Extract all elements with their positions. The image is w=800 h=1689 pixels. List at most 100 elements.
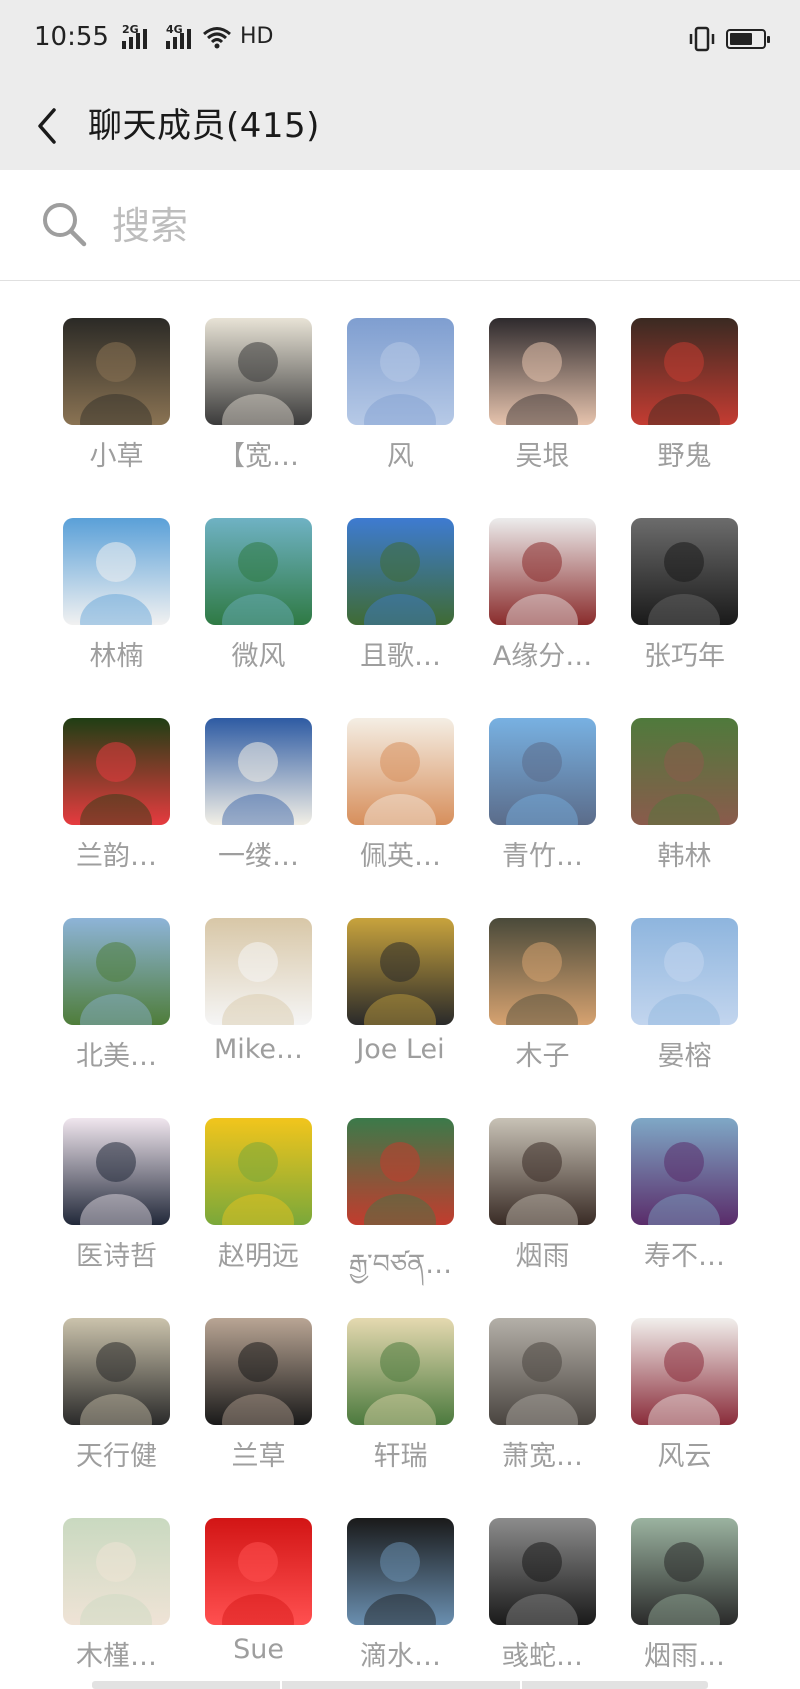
member-name: 萧宽… <box>502 1441 583 1472</box>
member-item[interactable]: 微风 <box>190 518 320 708</box>
member-item[interactable]: A缘分… <box>474 518 604 708</box>
member-name: A缘分… <box>492 641 593 672</box>
member-avatar <box>63 718 170 825</box>
member-item[interactable]: 医诗哲 <box>48 1118 178 1308</box>
member-name: 林楠 <box>89 641 144 672</box>
member-name: 北美… <box>76 1041 157 1072</box>
status-icons: 2G 4G HD <box>122 23 274 49</box>
member-avatar <box>205 1518 312 1625</box>
member-name: 野鬼 <box>657 441 712 472</box>
member-avatar <box>631 1518 738 1625</box>
page-title: 聊天成员(415) <box>88 106 320 146</box>
member-item[interactable]: 韩林 <box>616 718 746 908</box>
member-item[interactable]: 木子 <box>474 918 604 1108</box>
member-grid: 小草 【宽… 风 吴垠 野鬼林楠 微风 且歌… A缘分… 张巧年兰韵… 一缕… 佩英… 青竹… 韩林北美… <box>0 280 800 1689</box>
member-avatar <box>489 518 596 625</box>
member-avatar <box>205 1118 312 1225</box>
member-item[interactable]: 彧蛇… <box>474 1518 604 1689</box>
member-name: Sue <box>233 1634 284 1665</box>
member-item[interactable]: 烟雨 <box>474 1118 604 1308</box>
member-name: 风云 <box>657 1441 712 1472</box>
member-name: 张巧年 <box>644 641 725 672</box>
member-item[interactable]: 轩瑞 <box>332 1318 462 1508</box>
member-avatar <box>489 1118 596 1225</box>
member-item[interactable]: 寿不… <box>616 1118 746 1308</box>
member-item[interactable]: 滴水… <box>332 1518 462 1689</box>
hd-badge: HD <box>240 24 274 49</box>
member-name: 烟雨 <box>515 1241 570 1272</box>
member-avatar <box>347 318 454 425</box>
member-item[interactable]: 张巧年 <box>616 518 746 708</box>
back-arrow-icon[interactable] <box>28 96 68 156</box>
member-item[interactable]: 风 <box>332 318 462 508</box>
member-name: 佩英… <box>360 841 441 872</box>
wifi-icon <box>203 27 231 49</box>
member-item[interactable]: 木槿… <box>48 1518 178 1689</box>
member-item[interactable]: 烟雨… <box>616 1518 746 1689</box>
member-avatar <box>631 518 738 625</box>
member-item[interactable]: 一缕… <box>190 718 320 908</box>
member-avatar <box>205 718 312 825</box>
bottom-scroll-indicator <box>92 1681 708 1689</box>
member-item[interactable]: 小草 <box>48 318 178 508</box>
member-avatar <box>347 1118 454 1225</box>
search-input[interactable] <box>110 198 754 254</box>
signal-icon: 2G <box>122 23 152 49</box>
signal-icon: 4G <box>166 23 196 49</box>
status-right <box>688 26 770 52</box>
member-item[interactable]: Joe Lei <box>332 918 462 1108</box>
member-avatar <box>631 718 738 825</box>
member-item[interactable]: 兰草 <box>190 1318 320 1508</box>
member-name: 青竹… <box>502 841 583 872</box>
member-item[interactable]: 兰韵… <box>48 718 178 908</box>
vibrate-icon <box>689 26 715 52</box>
status-bar: 10:55 2G 4G HD <box>0 0 800 84</box>
member-avatar <box>63 1518 170 1625</box>
member-item[interactable]: 【宽… <box>190 318 320 508</box>
member-item[interactable]: Sue <box>190 1518 320 1689</box>
member-name: 医诗哲 <box>76 1241 157 1272</box>
search-bar <box>0 170 800 281</box>
battery-icon <box>726 29 770 49</box>
member-item[interactable]: 且歌… <box>332 518 462 708</box>
member-name: 木子 <box>515 1041 570 1072</box>
search-icon <box>43 203 87 247</box>
member-name: 兰草 <box>231 1441 286 1472</box>
member-name: 赵明远 <box>218 1241 299 1272</box>
member-name: 【宽… <box>218 441 299 472</box>
member-item[interactable]: 北美… <box>48 918 178 1108</box>
member-item[interactable]: 林楠 <box>48 518 178 708</box>
member-avatar <box>347 518 454 625</box>
member-item[interactable]: རྒྱ་བཙན… <box>332 1118 462 1308</box>
member-item[interactable]: 晏榕 <box>616 918 746 1108</box>
member-name: 彧蛇… <box>502 1641 583 1672</box>
member-avatar <box>347 1318 454 1425</box>
member-avatar <box>489 318 596 425</box>
member-item[interactable]: 佩英… <box>332 718 462 908</box>
member-avatar <box>347 1518 454 1625</box>
member-avatar <box>489 1318 596 1425</box>
member-item[interactable]: Mike… <box>190 918 320 1108</box>
member-name: 轩瑞 <box>373 1441 428 1472</box>
member-name: 韩林 <box>657 841 712 872</box>
member-avatar <box>205 318 312 425</box>
status-time: 10:55 <box>34 22 109 52</box>
member-item[interactable]: 吴垠 <box>474 318 604 508</box>
member-avatar <box>631 318 738 425</box>
member-item[interactable]: 萧宽… <box>474 1318 604 1508</box>
member-name: རྒྱ་བཙན… <box>348 1249 453 1280</box>
member-avatar <box>489 1518 596 1625</box>
member-item[interactable]: 天行健 <box>48 1318 178 1508</box>
member-item[interactable]: 赵明远 <box>190 1118 320 1308</box>
member-avatar <box>489 718 596 825</box>
member-name: 木槿… <box>76 1641 157 1672</box>
member-avatar <box>489 918 596 1025</box>
member-name: Joe Lei <box>356 1034 445 1065</box>
member-avatar <box>63 318 170 425</box>
member-name: 烟雨… <box>644 1641 725 1672</box>
member-name: 且歌… <box>360 641 441 672</box>
member-item[interactable]: 风云 <box>616 1318 746 1508</box>
member-name: 小草 <box>89 441 144 472</box>
member-item[interactable]: 野鬼 <box>616 318 746 508</box>
member-item[interactable]: 青竹… <box>474 718 604 908</box>
